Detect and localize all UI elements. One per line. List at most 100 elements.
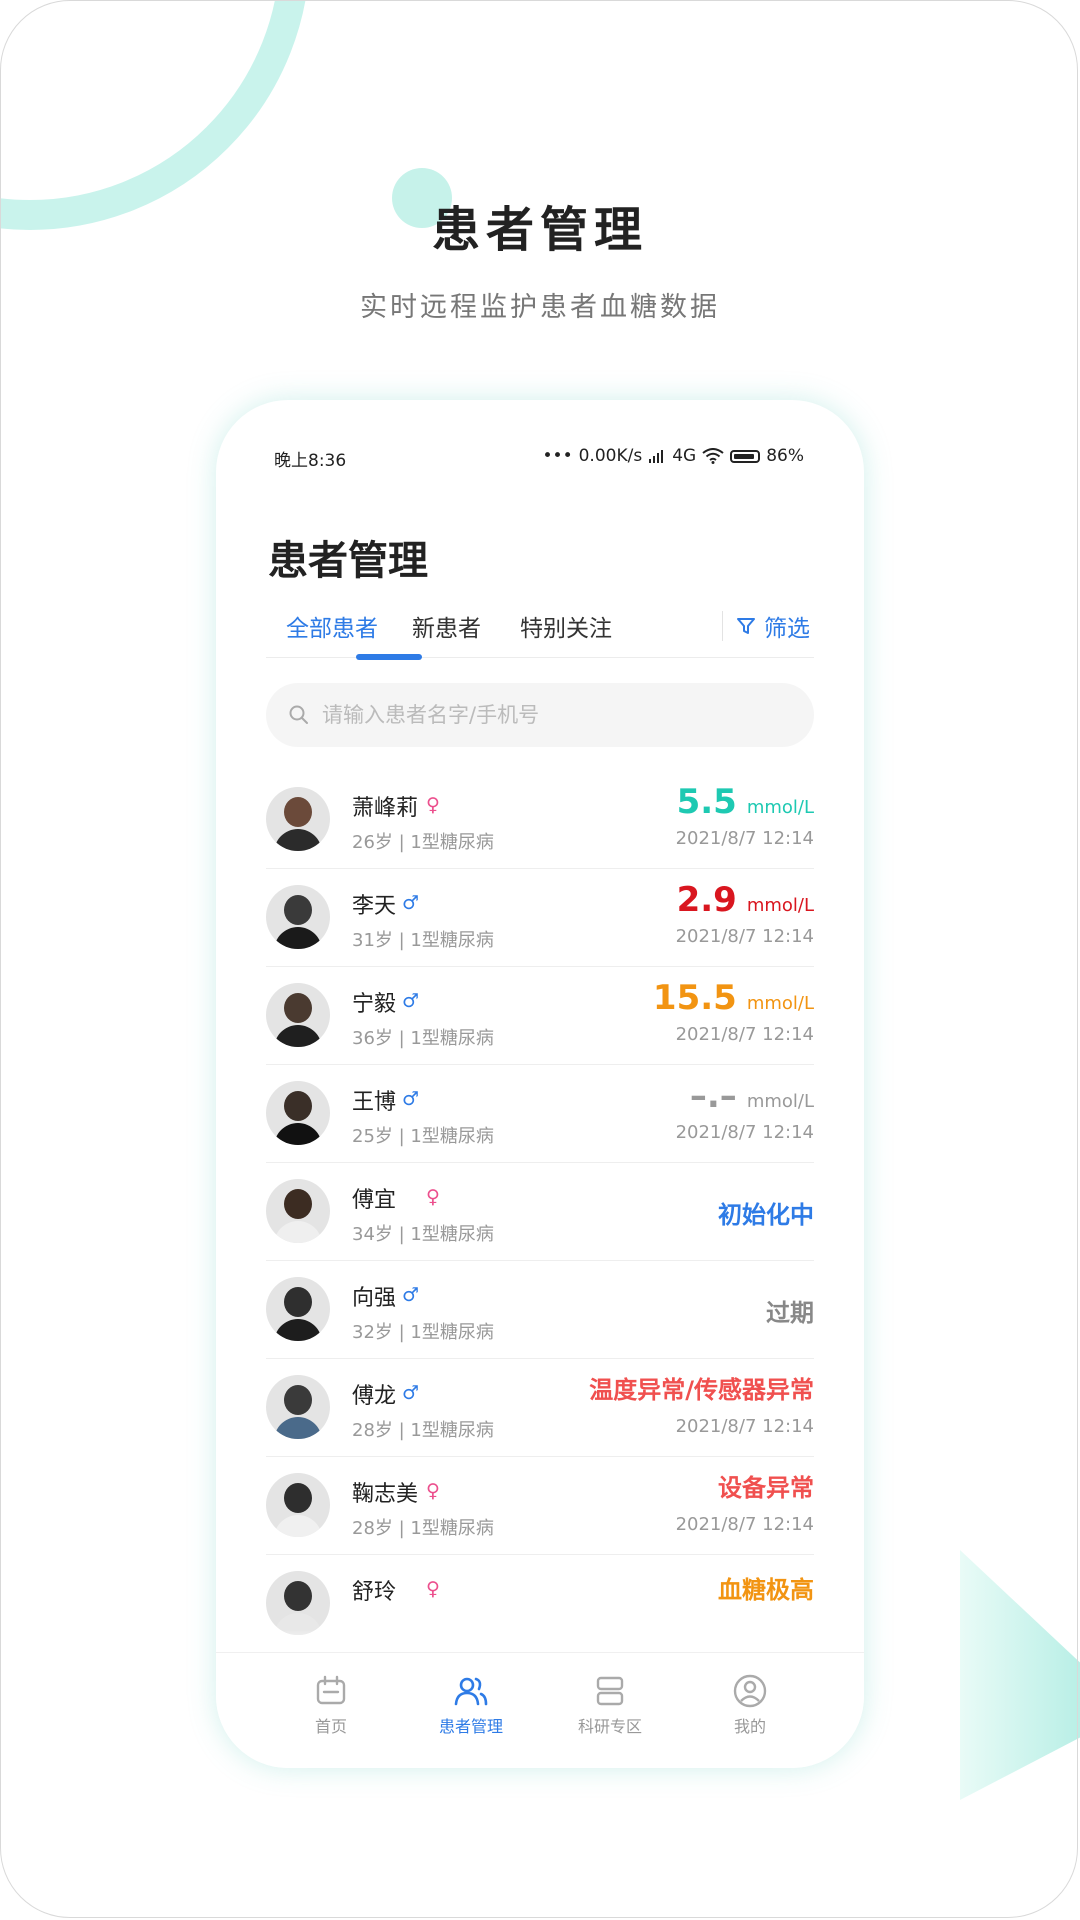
device-status: 设备异常: [718, 1474, 814, 1502]
patient-name: 萧峰莉: [352, 796, 419, 821]
patient-meta: 34岁 | 1型糖尿病: [352, 1224, 494, 1245]
patient-row[interactable]: 宁毅 ♂ 36岁 | 1型糖尿病 15.5 mmol/L 2021/8/7 12…: [266, 966, 814, 1065]
battery-icon: [730, 449, 761, 463]
glucose-unit: mmol/L: [746, 895, 814, 916]
patient-name: 傅龙: [352, 1384, 397, 1409]
nav-home[interactable]: 首页: [271, 1673, 391, 1737]
nav-patients[interactable]: 患者管理: [411, 1673, 531, 1737]
search-input[interactable]: [320, 702, 794, 728]
nav-research-label: 科研专区: [577, 1717, 642, 1736]
glucose-unit: mmol/L: [746, 1091, 814, 1112]
reading-time: 2021/8/7 12:14: [675, 1416, 814, 1437]
tab-new-patients[interactable]: 新患者: [412, 609, 481, 643]
wifi-icon: [702, 448, 724, 464]
reading-time: 2021/8/7 12:14: [675, 1024, 814, 1045]
avatar: [266, 1081, 330, 1145]
page: 患者管理 实时远程监护患者血糖数据 晚上8:36 ••• 0.00K/s 4G …: [0, 0, 1080, 1920]
network-speed: 0.00K/s: [578, 446, 643, 466]
patient-meta: 32岁 | 1型糖尿病: [352, 1322, 494, 1343]
device-status: 血糖极高: [718, 1576, 814, 1604]
hero-title: 患者管理: [431, 202, 648, 258]
patient-row[interactable]: 李天 ♂ 31岁 | 1型糖尿病 2.9 mmol/L 2021/8/7 12:…: [266, 868, 814, 967]
patient-name: 向强: [352, 1286, 397, 1311]
reading-time: 2021/8/7 12:14: [675, 926, 814, 947]
tab-special-attention[interactable]: 特别关注: [520, 609, 612, 643]
avatar: [266, 1375, 330, 1439]
research-icon: [596, 1676, 624, 1706]
nav-profile-label: 我的: [733, 1717, 766, 1736]
patients-icon: [454, 1677, 488, 1706]
patient-row[interactable]: 萧峰莉 ♀ 26岁 | 1型糖尿病 5.5 mmol/L 2021/8/7 12…: [266, 770, 814, 869]
avatar: [266, 885, 330, 949]
glucose-reading: –.– mmol/L: [690, 1076, 814, 1116]
patient-row[interactable]: 傅宜 ♀ 34岁 | 1型糖尿病 初始化中: [266, 1162, 814, 1261]
tab-divider: [722, 611, 723, 641]
status-right: ••• 0.00K/s 4G 86%: [543, 446, 804, 466]
female-icon: ♀: [426, 1480, 440, 1502]
search-icon: [289, 705, 308, 724]
home-icon: [316, 1675, 346, 1705]
bottom-nav: 首页 患者管理 科研专区 我的: [216, 1652, 864, 1768]
patient-name: 鞠志美: [352, 1482, 419, 1507]
phone-mockup: 晚上8:36 ••• 0.00K/s 4G 86% 患者管理 全部患者 新患者 …: [216, 400, 864, 1768]
reading-time: 2021/8/7 12:14: [675, 1122, 814, 1143]
glucose-reading: 2.9 mmol/L: [677, 880, 814, 920]
hero-subtitle: 实时远程监护患者血糖数据: [360, 292, 720, 323]
signal-icon: [649, 450, 664, 463]
patient-name: 宁毅: [352, 992, 397, 1017]
patient-meta: 28岁 | 1型糖尿病: [352, 1420, 494, 1441]
device-status: 初始化中: [718, 1201, 814, 1229]
avatar: [266, 1179, 330, 1243]
glucose-unit: mmol/L: [746, 993, 814, 1014]
glucose-value: –.–: [689, 1076, 737, 1116]
reading-time: 2021/8/7 12:14: [675, 828, 814, 849]
male-icon: ♂: [402, 1284, 420, 1306]
glucose-value: 2.9: [676, 880, 737, 920]
nav-research[interactable]: 科研专区: [550, 1673, 670, 1737]
device-status: 过期: [766, 1299, 814, 1327]
filter-button[interactable]: 筛选: [736, 609, 810, 643]
patient-row[interactable]: 鞠志美 ♀ 28岁 | 1型糖尿病 设备异常 2021/8/7 12:14: [266, 1456, 814, 1555]
patient-meta: 28岁 | 1型糖尿病: [352, 1518, 494, 1539]
avatar: [266, 983, 330, 1047]
glucose-value: 15.5: [652, 978, 737, 1018]
patient-meta: 31岁 | 1型糖尿病: [352, 930, 494, 951]
patient-row[interactable]: 向强 ♂ 32岁 | 1型糖尿病 过期: [266, 1260, 814, 1359]
patient-meta: 26岁 | 1型糖尿病: [352, 832, 494, 853]
female-icon: ♀: [426, 1578, 440, 1600]
profile-icon: [733, 1674, 767, 1708]
patient-meta: 25岁 | 1型糖尿病: [352, 1126, 494, 1147]
filter-icon: [737, 618, 755, 634]
patient-row[interactable]: 王博 ♂ 25岁 | 1型糖尿病 –.– mmol/L 2021/8/7 12:…: [266, 1064, 814, 1163]
avatar: [266, 1277, 330, 1341]
female-icon: ♀: [426, 1186, 440, 1208]
patient-name: 王博: [352, 1090, 397, 1115]
male-icon: ♂: [402, 990, 420, 1012]
app-title: 患者管理: [268, 538, 428, 584]
patient-name: 李天: [352, 894, 397, 919]
tab-all-patients[interactable]: 全部患者: [286, 609, 378, 643]
male-icon: ♂: [402, 892, 420, 914]
list-fade: [216, 1630, 864, 1650]
tab-active-indicator: [356, 654, 422, 660]
network-type: 4G: [672, 446, 697, 466]
nav-home-label: 首页: [314, 1717, 347, 1736]
glucose-value: 5.5: [676, 782, 737, 822]
female-icon: ♀: [426, 794, 440, 816]
patient-name: 舒玲: [352, 1580, 397, 1605]
reading-time: 2021/8/7 12:14: [675, 1514, 814, 1535]
nav-profile[interactable]: 我的: [690, 1673, 810, 1737]
status-bar: 晚上8:36 ••• 0.00K/s 4G 86%: [274, 446, 804, 471]
patient-list: 萧峰莉 ♀ 26岁 | 1型糖尿病 5.5 mmol/L 2021/8/7 12…: [266, 770, 814, 1648]
avatar: [266, 1473, 330, 1537]
male-icon: ♂: [402, 1088, 420, 1110]
patient-name: 傅宜: [352, 1188, 397, 1213]
avatar: [266, 1571, 330, 1635]
patient-meta: 36岁 | 1型糖尿病: [352, 1028, 494, 1049]
search-bar[interactable]: [266, 683, 814, 747]
patient-row[interactable]: 傅龙 ♂ 28岁 | 1型糖尿病 温度异常/传感器异常 2021/8/7 12:…: [266, 1358, 814, 1457]
glucose-reading: 5.5 mmol/L: [677, 782, 814, 822]
battery-level: 86%: [766, 446, 804, 466]
tab-bar: 全部患者 新患者 特别关注 筛选: [266, 605, 814, 660]
glucose-reading: 15.5 mmol/L: [653, 978, 814, 1018]
